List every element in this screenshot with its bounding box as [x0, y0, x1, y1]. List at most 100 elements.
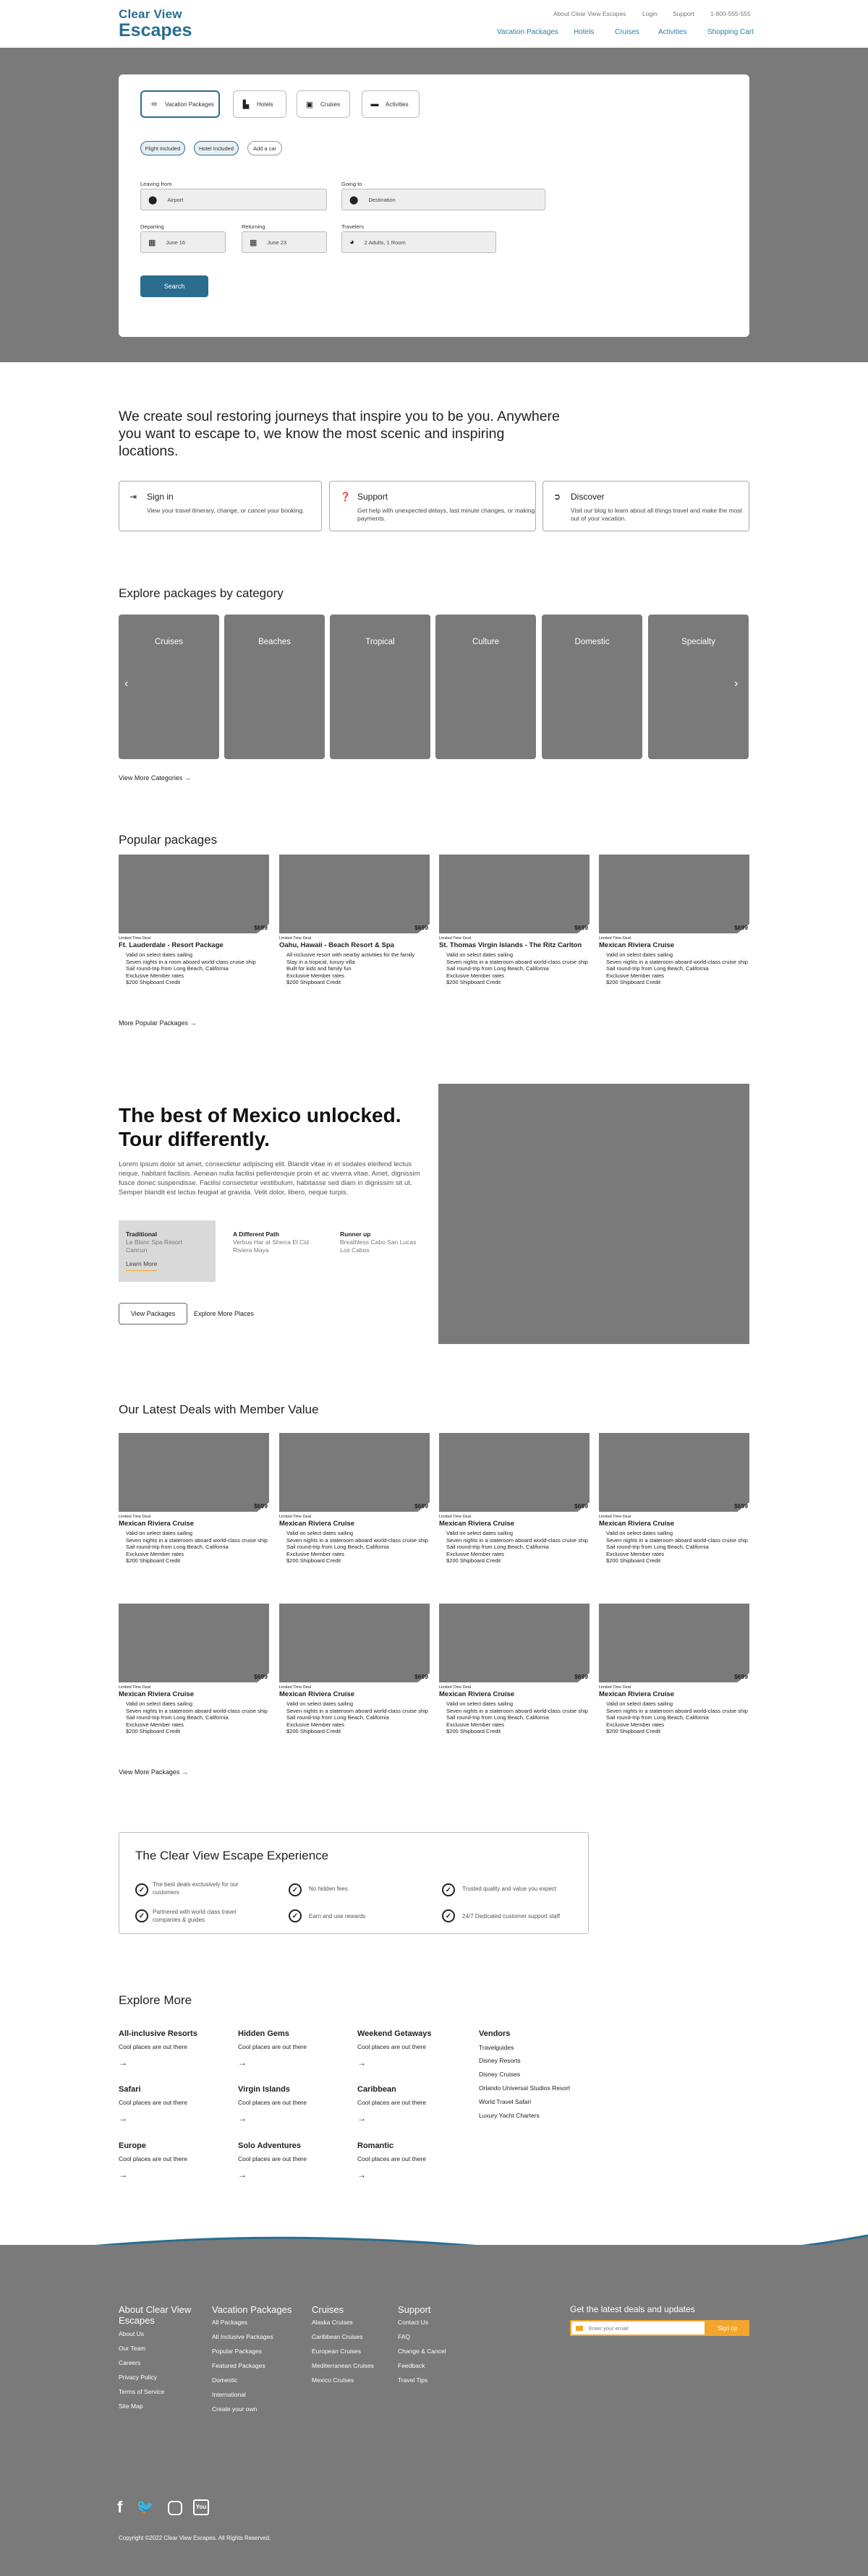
- explore-item-title[interactable]: Virgin Islands: [238, 2085, 290, 2094]
- package-name[interactable]: Mexican Riviera Cruise: [439, 1520, 590, 1528]
- footer-link[interactable]: Careers: [119, 2359, 140, 2367]
- card-sign-in[interactable]: ⇥ Sign in View your travel itinerary, ch…: [119, 481, 322, 531]
- tab-cruises[interactable]: ▣ Cruises: [297, 90, 350, 118]
- package-name[interactable]: Mexican Riviera Cruise: [119, 1520, 269, 1528]
- vendor-link[interactable]: Orlando Universal Studios Resort: [479, 2084, 570, 2092]
- footer-link[interactable]: Terms of Service: [119, 2388, 164, 2396]
- footer-link[interactable]: Popular Packages: [212, 2348, 262, 2355]
- footer-link[interactable]: All Packages: [212, 2319, 247, 2327]
- footer-link[interactable]: Caribbean Cruises: [312, 2333, 362, 2341]
- footer-link[interactable]: All Inclusive Packages: [212, 2333, 273, 2341]
- category-domestic[interactable]: Domestic: [542, 615, 642, 759]
- package-name[interactable]: Ft. Lauderdale - Resort Package: [119, 941, 269, 949]
- carousel-next-icon[interactable]: ›: [734, 677, 738, 690]
- learn-more-link[interactable]: Learn More: [126, 1260, 158, 1271]
- departing-field[interactable]: ▦ June 16: [140, 231, 226, 253]
- returning-field[interactable]: ▦ June 23: [242, 231, 327, 253]
- package-name[interactable]: Mexican Riviera Cruise: [279, 1690, 430, 1698]
- package-name[interactable]: Mexican Riviera Cruise: [439, 1690, 590, 1698]
- vendor-link[interactable]: World Travel Safari: [479, 2098, 531, 2105]
- instagram-icon[interactable]: [168, 2501, 182, 2515]
- view-packages-button[interactable]: View Packages: [119, 1303, 187, 1325]
- arrow-right-icon[interactable]: →: [119, 2058, 127, 2068]
- email-input[interactable]: Enter your email: [570, 2320, 706, 2336]
- arrow-right-icon[interactable]: →: [357, 2058, 366, 2068]
- explore-item-title[interactable]: Europe: [119, 2141, 146, 2150]
- category-culture[interactable]: Culture: [435, 615, 536, 759]
- footer-link[interactable]: Privacy Policy: [119, 2374, 157, 2382]
- footer-link[interactable]: Site Map: [119, 2402, 143, 2410]
- tab-activities[interactable]: ▬ Activities: [362, 90, 420, 118]
- explore-item-title[interactable]: Safari: [119, 2085, 141, 2094]
- footer-link[interactable]: About Us: [119, 2330, 144, 2338]
- package-name[interactable]: Mexican Riviera Cruise: [119, 1690, 269, 1698]
- explore-item-title[interactable]: Weekend Getaways: [357, 2029, 432, 2038]
- logo-line1[interactable]: Clear View: [119, 7, 182, 22]
- arrow-right-icon[interactable]: →: [119, 2113, 127, 2123]
- arrow-right-icon[interactable]: →: [357, 2170, 366, 2180]
- pill-add-car[interactable]: Add a car: [247, 141, 282, 155]
- package-name[interactable]: Oahu, Hawaii - Beach Resort & Spa: [279, 941, 430, 949]
- signup-button[interactable]: Sign up: [706, 2320, 749, 2336]
- footer-link[interactable]: Alaska Cruises: [312, 2319, 353, 2327]
- explore-item-title[interactable]: All-inclusive Resorts: [119, 2029, 197, 2038]
- leaving-from-field[interactable]: ⬤ Airport: [140, 189, 327, 210]
- pill-flight-included[interactable]: Flight Included: [140, 141, 185, 155]
- arrow-right-icon[interactable]: →: [238, 2058, 247, 2068]
- explore-more-places-button[interactable]: Explore More Places: [194, 1303, 254, 1325]
- footer-link[interactable]: Change & Cancel: [398, 2348, 446, 2355]
- arrow-right-icon[interactable]: →: [357, 2113, 366, 2123]
- footer-link[interactable]: FAQ: [398, 2333, 410, 2341]
- search-button[interactable]: Search: [140, 275, 208, 297]
- category-beaches[interactable]: Beaches: [224, 615, 325, 759]
- view-more-categories-link[interactable]: View More Categories →: [119, 774, 191, 782]
- travelers-field[interactable]: ◕ 2 Adults, 1 Room: [341, 231, 496, 253]
- footer-link[interactable]: Featured Packages: [212, 2362, 265, 2370]
- package-name[interactable]: Mexican Riviera Cruise: [599, 941, 749, 949]
- facebook-icon[interactable]: f: [117, 2498, 122, 2517]
- footer-link[interactable]: Feedback: [398, 2362, 425, 2370]
- footer-link[interactable]: Travel Tips: [398, 2376, 427, 2384]
- arrow-right-icon[interactable]: →: [238, 2113, 247, 2123]
- pill-hotel-included[interactable]: Hotel Included: [194, 141, 239, 155]
- util-link-about[interactable]: About Clear View Escapes: [553, 10, 626, 17]
- tab-hotels[interactable]: ▙ Hotels: [233, 90, 286, 118]
- vendor-link[interactable]: Disney Resorts: [479, 2057, 521, 2064]
- footer-link[interactable]: Domestic: [212, 2376, 237, 2384]
- arrow-right-icon[interactable]: →: [119, 2170, 127, 2180]
- explore-item-title[interactable]: Romantic: [357, 2141, 393, 2150]
- footer-link[interactable]: European Cruises: [312, 2348, 361, 2355]
- footer-link[interactable]: Mexico Cruises: [312, 2376, 354, 2384]
- card-discover[interactable]: ➲ Discover Visit our blog to learn about…: [542, 481, 749, 531]
- explore-item-title[interactable]: Hidden Gems: [238, 2029, 289, 2038]
- package-name[interactable]: Mexican Riviera Cruise: [279, 1520, 430, 1528]
- youtube-icon[interactable]: You: [193, 2499, 209, 2515]
- explore-item-title[interactable]: Solo Adventures: [238, 2141, 301, 2150]
- util-link-login[interactable]: Login: [642, 10, 658, 17]
- footer-link[interactable]: Our Team: [119, 2345, 145, 2353]
- arrow-right-icon[interactable]: →: [238, 2170, 247, 2180]
- more-popular-link[interactable]: More Popular Packages →: [119, 1019, 197, 1027]
- category-tropical[interactable]: Tropical: [330, 615, 430, 759]
- nav-cruises[interactable]: Cruises: [615, 28, 639, 36]
- nav-vacation-packages[interactable]: Vacation Packages: [497, 28, 558, 36]
- package-name[interactable]: Mexican Riviera Cruise: [599, 1690, 749, 1698]
- twitter-icon[interactable]: 🐦: [136, 2498, 154, 2516]
- tab-vacation-packages[interactable]: ∞ Vacation Packages: [140, 90, 220, 118]
- vendor-link[interactable]: Disney Cruises: [479, 2071, 520, 2078]
- category-cruises[interactable]: Cruises: [119, 615, 219, 759]
- vendor-link[interactable]: Luxury Yacht Charters: [479, 2112, 540, 2119]
- nav-activities[interactable]: Activities: [658, 28, 686, 36]
- explore-item-title[interactable]: Caribbean: [357, 2085, 396, 2094]
- footer-link[interactable]: International: [212, 2391, 246, 2399]
- footer-link[interactable]: Create your own: [212, 2405, 257, 2413]
- footer-link[interactable]: Mediterranean Cruises: [312, 2362, 374, 2370]
- view-more-packages-link[interactable]: View More Packages →: [119, 1768, 188, 1776]
- package-name[interactable]: Mexican Riviera Cruise: [599, 1520, 749, 1528]
- carousel-prev-icon[interactable]: ‹: [124, 677, 128, 690]
- util-link-support[interactable]: Support: [673, 10, 694, 17]
- package-name[interactable]: St. Thomas Virgin Islands - The Ritz Car…: [439, 941, 590, 949]
- nav-shopping-cart[interactable]: Shopping Cart: [707, 28, 754, 36]
- logo-line2[interactable]: Escapes: [119, 20, 192, 41]
- nav-hotels[interactable]: Hotels: [574, 28, 594, 36]
